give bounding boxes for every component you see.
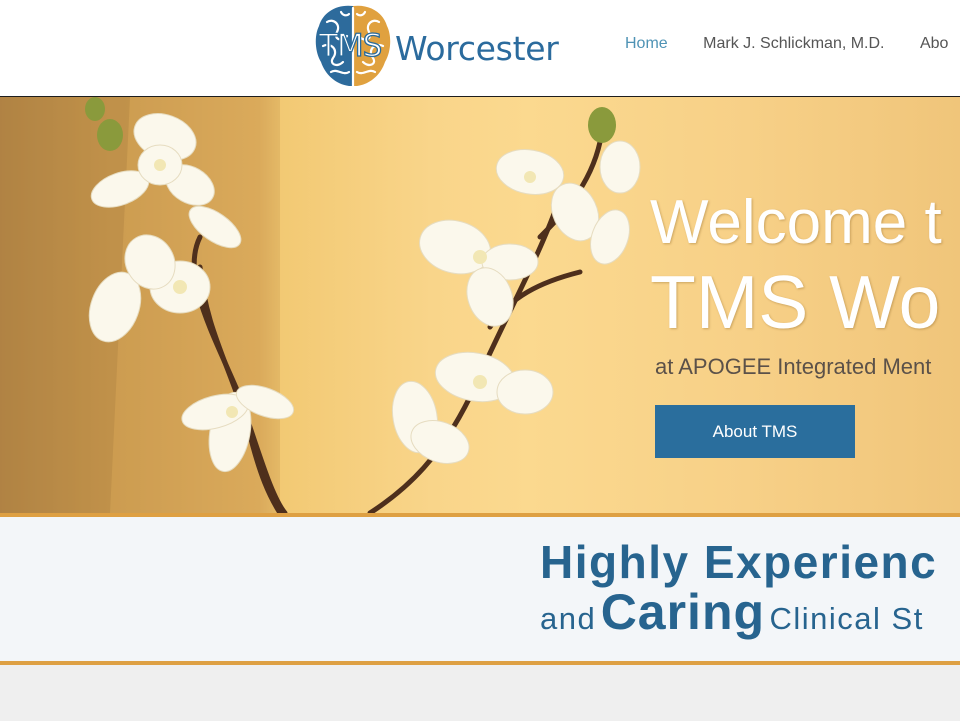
band-and-text: and bbox=[540, 601, 597, 636]
logo-worcester-text: Worcester bbox=[395, 29, 559, 68]
hero-title-line2: TMS Wo bbox=[650, 260, 941, 344]
logo-tms-text: TMS bbox=[318, 28, 383, 64]
band-clinical-text: Clinical St bbox=[769, 601, 924, 636]
site-logo[interactable]: TMS Worcester bbox=[313, 2, 559, 92]
band-subheadline: and Caring Clinical St bbox=[540, 587, 924, 637]
nav-item-doctor[interactable]: Mark J. Schlickman, M.D. bbox=[703, 35, 884, 53]
band-caring-text: Caring bbox=[600, 584, 766, 640]
hero-banner: Welcome t TMS Wo at APOGEE Integrated Me… bbox=[0, 97, 960, 513]
main-nav: Home Mark J. Schlickman, M.D. Abo bbox=[625, 35, 960, 53]
site-header: TMS Worcester Home Mark J. Schlickman, M… bbox=[0, 0, 960, 97]
experience-band: Highly Experienc and Caring Clinical St bbox=[0, 513, 960, 665]
band-headline: Highly Experienc bbox=[540, 536, 938, 588]
nav-item-about[interactable]: Abo bbox=[920, 35, 948, 53]
hero-subtitle: at APOGEE Integrated Ment bbox=[655, 354, 932, 379]
below-fold-area bbox=[0, 665, 960, 721]
hero-title-line1: Welcome t bbox=[650, 188, 942, 257]
about-tms-button[interactable]: About TMS bbox=[655, 405, 855, 458]
nav-item-home[interactable]: Home bbox=[625, 35, 668, 53]
